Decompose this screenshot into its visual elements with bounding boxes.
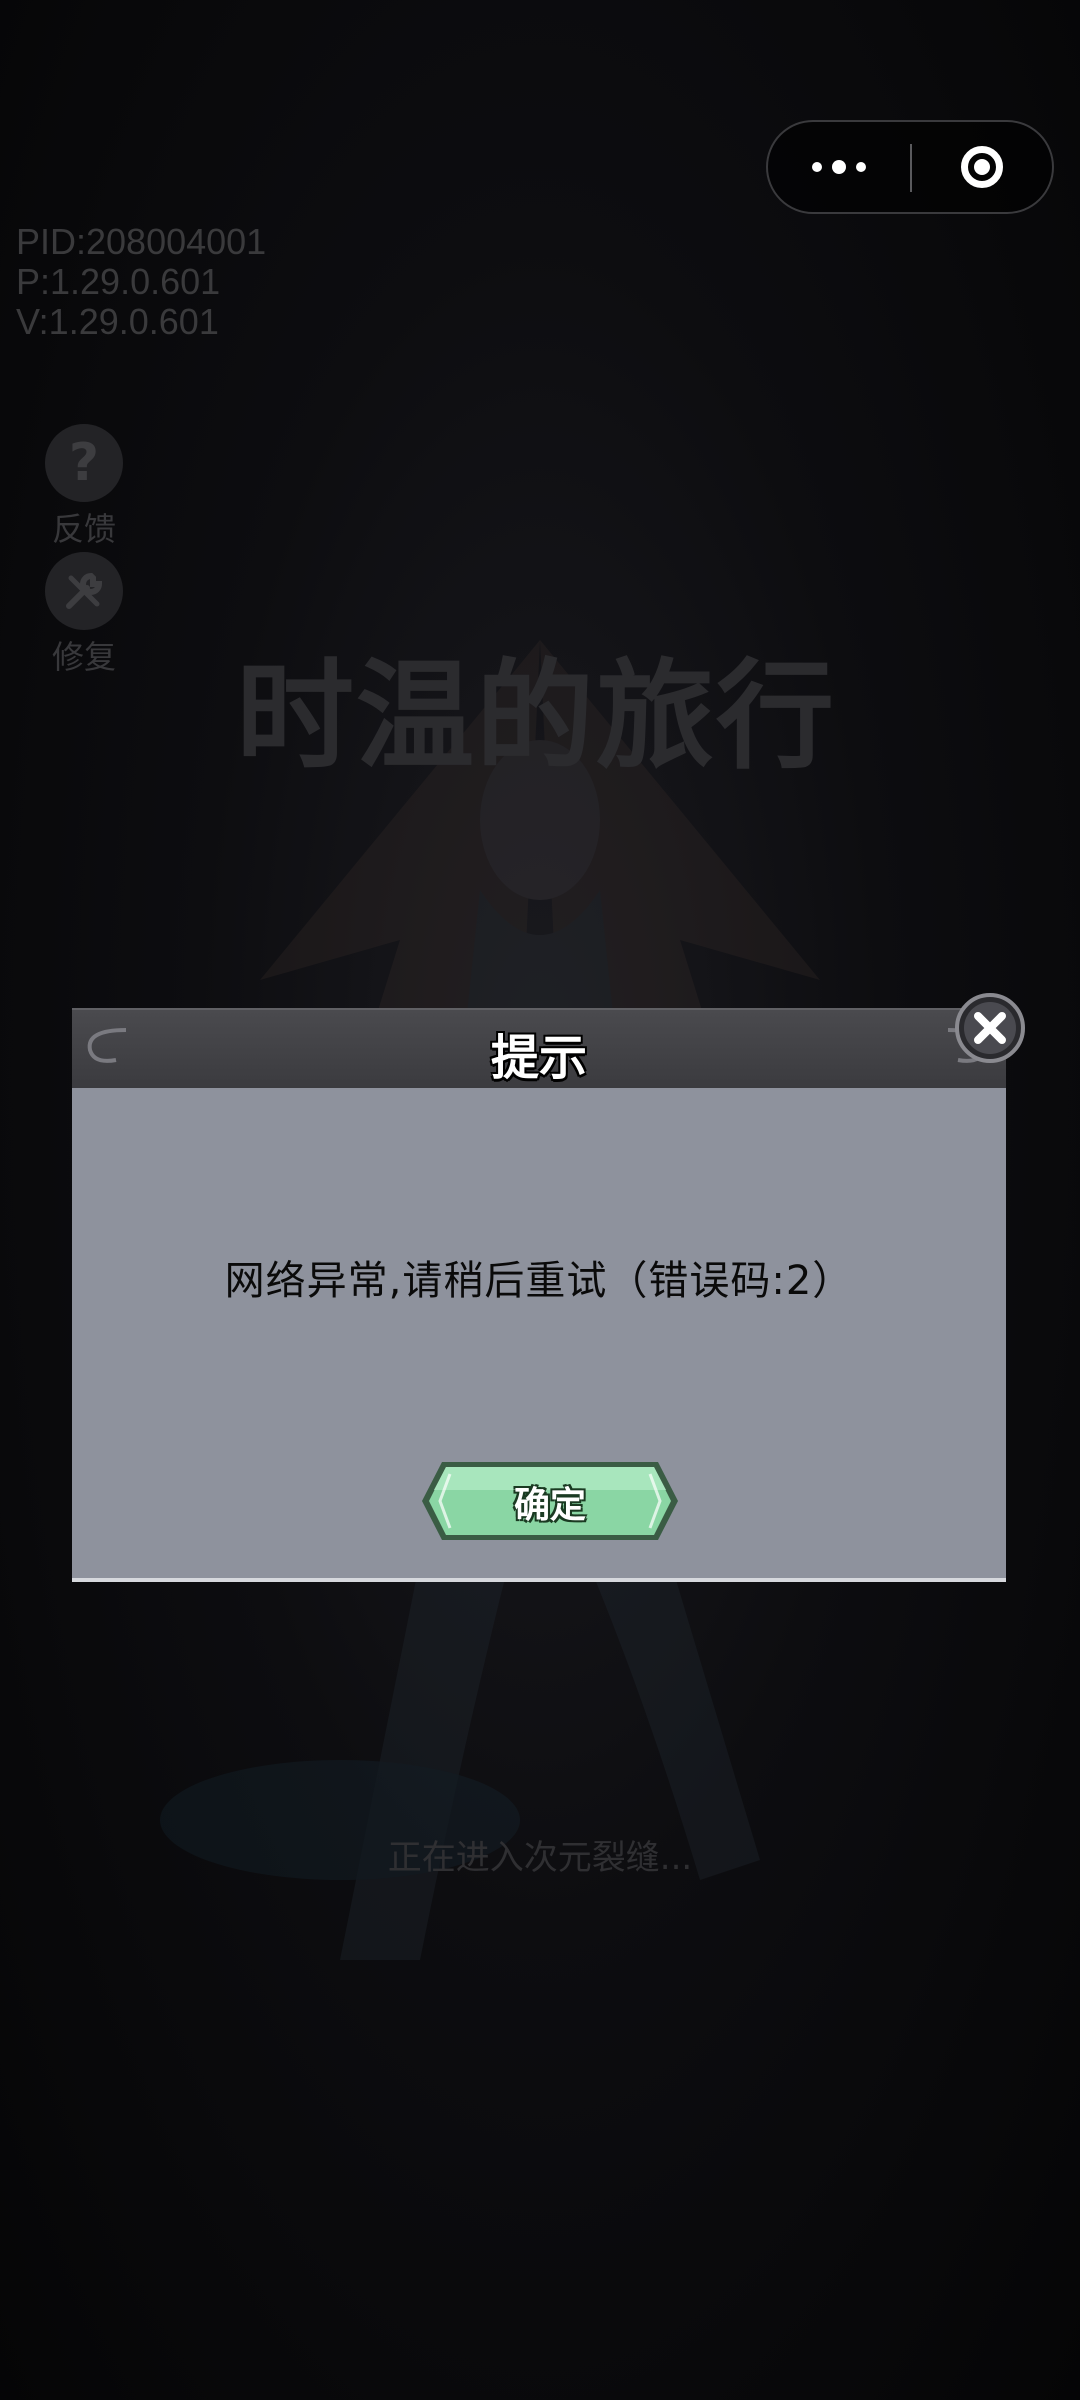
pid-text: PID:208004001 bbox=[16, 221, 267, 262]
p-version-text: P:1.29.0.601 bbox=[16, 261, 221, 302]
loading-text: 正在进入次元裂缝... bbox=[387, 1838, 693, 1878]
dialog-header: 提示 bbox=[72, 1008, 1006, 1088]
question-icon: ? bbox=[45, 424, 123, 502]
game-screen: 时温的旅行 PID:208004001 P:1.29.0.601 V:1.29.… bbox=[0, 0, 1080, 2400]
target-close-icon bbox=[961, 146, 1003, 188]
game-logo-title: 时温的旅行 bbox=[236, 646, 837, 785]
exit-miniprogram-button[interactable] bbox=[912, 122, 1052, 212]
feedback-button[interactable]: ? 反馈 bbox=[40, 424, 128, 550]
dialog-title: 提示 bbox=[490, 1030, 587, 1086]
wrench-icon bbox=[45, 552, 123, 630]
more-button[interactable] bbox=[768, 122, 910, 212]
repair-label: 修复 bbox=[51, 638, 116, 676]
confirm-button[interactable]: 确定 bbox=[420, 1460, 680, 1542]
feedback-label: 反馈 bbox=[51, 510, 116, 548]
dialog-body: 网络异常,请稍后重试（错误码:2） 确定 bbox=[72, 1088, 1006, 1582]
v-version-text: V:1.29.0.601 bbox=[16, 301, 219, 342]
repair-button[interactable]: 修复 bbox=[40, 552, 128, 678]
dialog-close-button[interactable] bbox=[954, 992, 1026, 1064]
more-dots-icon bbox=[812, 162, 822, 172]
confirm-label: 确定 bbox=[513, 1485, 586, 1526]
miniprogram-capsule bbox=[766, 120, 1054, 214]
close-x-icon bbox=[955, 993, 1025, 1063]
dialog-message: 网络异常,请稍后重试（错误码:2） bbox=[224, 1258, 854, 1304]
alert-dialog: 提示 网络异常,请稍后重试（错误码:2） 确定 bbox=[72, 993, 1025, 1582]
